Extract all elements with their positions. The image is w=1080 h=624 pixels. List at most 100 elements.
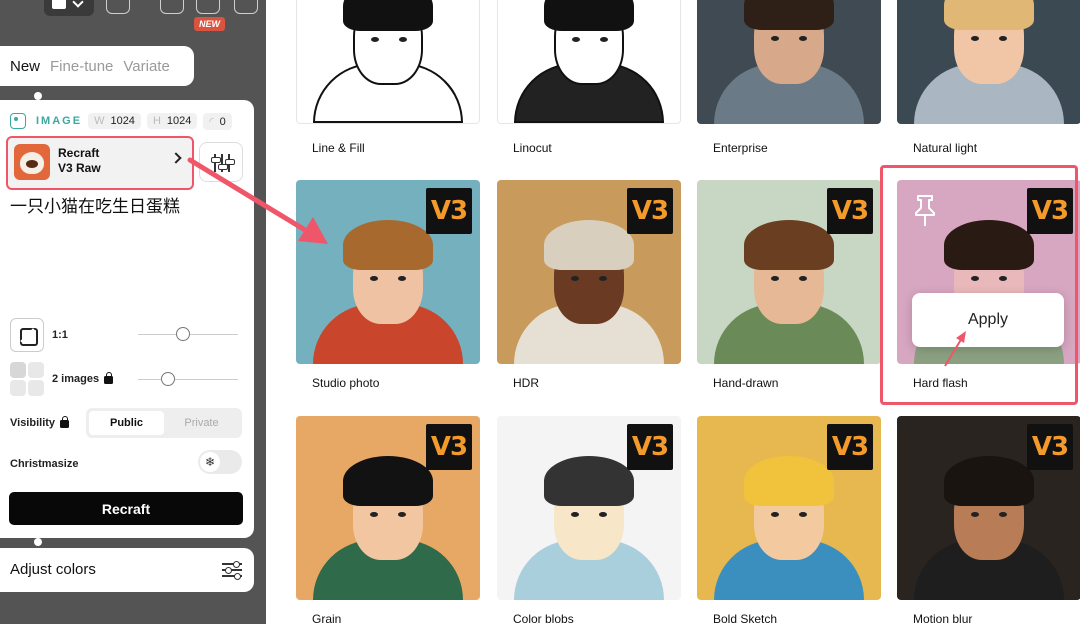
image-dimensions: IMAGE W 1024 H 1024 ◜ 0 (10, 112, 232, 130)
aspect-ratio-row: 1:1 (10, 318, 68, 352)
top-toolbar: NEW (0, 0, 266, 31)
portrait-eye (599, 512, 607, 517)
visibility-public[interactable]: Public (89, 411, 164, 435)
style-card[interactable]: Linocut (497, 0, 681, 157)
sliders-icon[interactable] (222, 561, 242, 580)
portrait-eye (599, 276, 607, 281)
tab-new[interactable]: New (10, 58, 40, 75)
style-card-label: HDR (513, 376, 539, 390)
portrait-hair (744, 220, 834, 270)
logo-icon (52, 0, 66, 9)
portrait-hair (343, 0, 433, 31)
portrait-hair (744, 456, 834, 506)
portrait-eye (398, 512, 406, 517)
portrait-eye (799, 36, 807, 41)
style-card[interactable]: V3 Color blobs (497, 416, 681, 624)
style-preview-image (497, 0, 681, 124)
vector-tool-icon[interactable] (106, 0, 130, 14)
portrait-hair (343, 220, 433, 270)
style-preview-image: V3 (497, 180, 681, 364)
portrait-eye (371, 37, 379, 42)
style-card-label: Color blobs (513, 612, 574, 624)
upload-tool-icon[interactable] (234, 0, 258, 14)
portrait-eye (771, 512, 779, 517)
portrait-hair (343, 456, 433, 506)
style-card-label: Linocut (513, 141, 552, 155)
adjust-colors-label: Adjust colors (10, 561, 96, 578)
portrait-eye (799, 276, 807, 281)
aspect-ratio-value: 1:1 (52, 329, 68, 341)
image-count-slider[interactable] (138, 379, 238, 380)
image-count-row: 2 images (10, 362, 114, 396)
visibility-private[interactable]: Private (164, 411, 239, 435)
tab-variate[interactable]: Variate (123, 58, 169, 75)
style-card-label: Studio photo (312, 376, 380, 390)
image-icon (10, 113, 26, 129)
style-card-label: Bold Sketch (713, 612, 778, 624)
style-card-label: Enterprise (713, 141, 768, 155)
aspect-ratio-slider-handle[interactable] (176, 327, 190, 341)
portrait-eye (771, 276, 779, 281)
connector-dot (34, 92, 42, 100)
style-card[interactable]: V3 HDR (497, 180, 681, 392)
apply-style-button[interactable]: Apply (912, 293, 1064, 347)
portrait-hair (944, 0, 1034, 30)
style-preview-image: V3 (296, 180, 480, 364)
connector-dot (34, 538, 42, 546)
portrait-hair (544, 220, 634, 270)
portrait-eye (600, 37, 608, 42)
tab-fine-tune[interactable]: Fine-tune (50, 58, 113, 75)
style-preview-image: V3 (296, 416, 480, 600)
logo-menu-button[interactable] (44, 0, 94, 16)
portrait-eye (399, 37, 407, 42)
model-version: V3 Raw (58, 161, 101, 175)
portrait-eye (999, 512, 1007, 517)
style-card[interactable]: Natural light (897, 0, 1080, 157)
adjust-colors-panel[interactable]: Adjust colors (0, 548, 254, 592)
style-preview-image: V3 (697, 180, 881, 364)
v3-badge: V3 (426, 424, 472, 470)
height-field[interactable]: H 1024 (146, 113, 198, 129)
aspect-ratio-icon[interactable] (10, 318, 44, 352)
visibility-row: Visibility (10, 416, 70, 429)
style-card[interactable]: V3 Studio photo (296, 180, 480, 392)
image-type-label: IMAGE (36, 115, 83, 127)
image-tool-icon[interactable] (160, 0, 184, 14)
style-preview-image: V3 (697, 416, 881, 600)
style-card-label: Natural light (913, 141, 978, 155)
portrait-hair (544, 0, 634, 31)
highlight-frame (880, 165, 1078, 405)
width-field[interactable]: W 1024 (88, 113, 141, 129)
v3-badge: V3 (426, 188, 472, 234)
pin-icon[interactable] (912, 194, 938, 228)
snowflake-icon: ❄ (200, 452, 220, 472)
v3-badge: V3 (627, 424, 673, 470)
style-preview-image (697, 0, 881, 124)
portrait-eye (572, 37, 580, 42)
recraft-generate-button[interactable]: Recraft (9, 492, 243, 525)
style-card[interactable]: Line & Fill (296, 0, 480, 157)
mode-tabs: New Fine-tune Variate (0, 46, 194, 86)
style-card[interactable]: V3 Motion blur (897, 416, 1080, 624)
portrait-eye (771, 36, 779, 41)
christmasize-toggle[interactable]: ❄ (198, 450, 242, 474)
model-name: Recraft (58, 146, 100, 160)
style-card[interactable]: Enterprise (697, 0, 881, 157)
chevron-down-icon (72, 0, 84, 8)
portrait-eye (370, 276, 378, 281)
new-badge: NEW (194, 17, 225, 31)
style-preview-image: V3 (497, 416, 681, 600)
v3-badge: V3 (827, 188, 873, 234)
seed-field[interactable]: ◜ 0 (203, 112, 232, 130)
style-card[interactable]: V3 Bold Sketch (697, 416, 881, 624)
style-preview-image (897, 0, 1080, 124)
style-settings-button[interactable] (199, 142, 243, 182)
image-count-slider-handle[interactable] (161, 372, 175, 386)
prompt-input[interactable]: 一只小猫在吃生日蛋糕 (10, 192, 180, 217)
portrait-eye (999, 36, 1007, 41)
portrait-eye (370, 512, 378, 517)
style-card[interactable]: V3 Grain (296, 416, 480, 624)
style-card[interactable]: V3 Hand-drawn (697, 180, 881, 392)
mockup-tool-icon[interactable] (196, 0, 220, 14)
model-selector[interactable]: Recraft V3 Raw (6, 136, 194, 190)
